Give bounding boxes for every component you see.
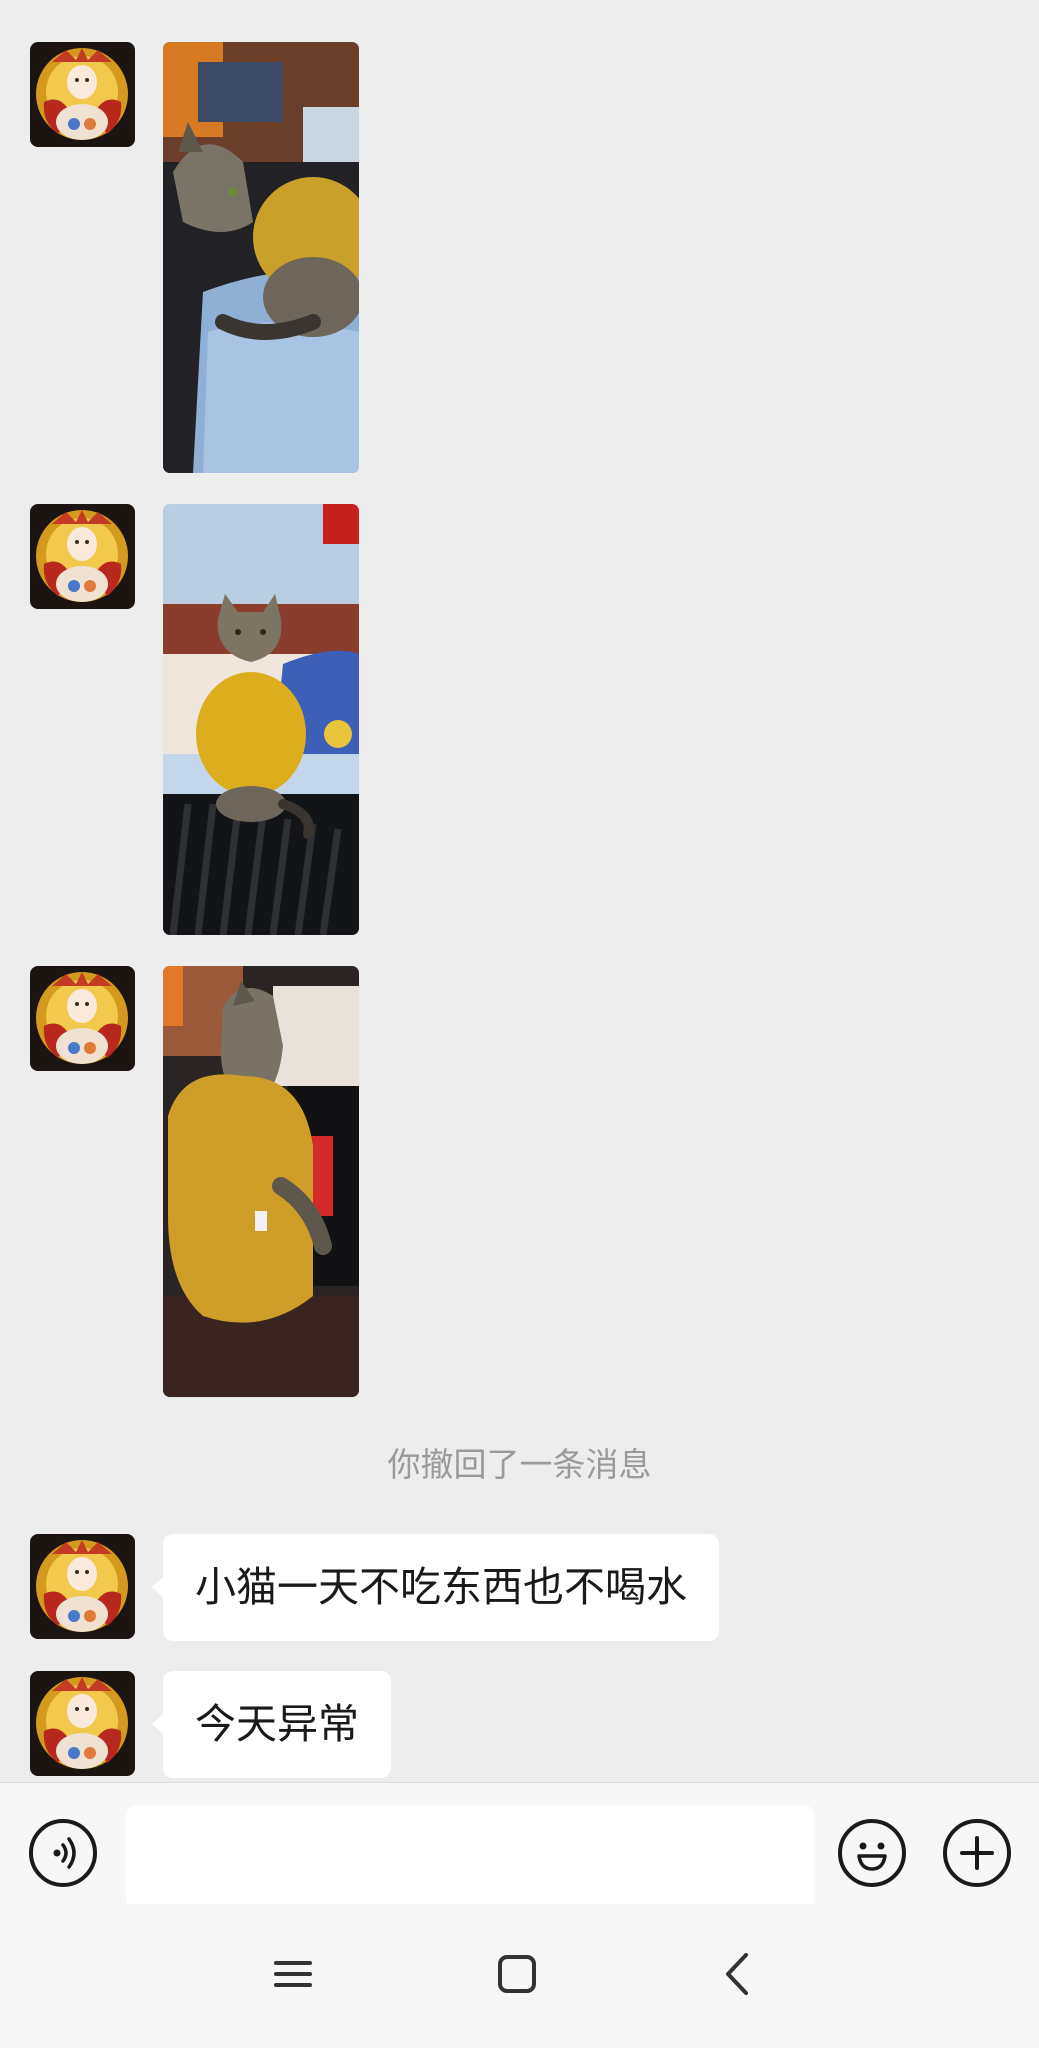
photo-message[interactable] [163, 966, 359, 1397]
avatar[interactable] [30, 1534, 135, 1639]
photo-message[interactable] [163, 504, 359, 935]
back-icon[interactable] [704, 1939, 774, 2009]
avatar[interactable] [30, 42, 135, 147]
text-message-bubble[interactable]: 小猫一天不吃东西也不喝水 [152, 1534, 719, 1641]
emoji-icon[interactable] [838, 1819, 906, 1887]
photo-message[interactable] [163, 42, 359, 473]
voice-icon[interactable] [29, 1819, 97, 1887]
chat-message-list[interactable]: 你撤回了一条消息 小猫一天不吃东西也不喝水 今天异常 [0, 0, 1039, 1782]
avatar[interactable] [30, 966, 135, 1071]
menu-icon[interactable] [258, 1939, 328, 2009]
chat-input-bar [0, 1782, 1039, 1909]
wechat-chat-screen: 你撤回了一条消息 小猫一天不吃东西也不喝水 今天异常 [0, 0, 1039, 2048]
avatar[interactable] [30, 504, 135, 609]
plus-icon[interactable] [943, 1819, 1011, 1887]
recall-notice: 你撤回了一条消息 [387, 1445, 652, 1484]
avatar[interactable] [30, 1671, 135, 1776]
system-navigation-bar [0, 1904, 1039, 2048]
message-input[interactable] [126, 1805, 814, 1909]
home-icon[interactable] [482, 1939, 552, 2009]
text-message-bubble[interactable]: 今天异常 [152, 1671, 391, 1778]
